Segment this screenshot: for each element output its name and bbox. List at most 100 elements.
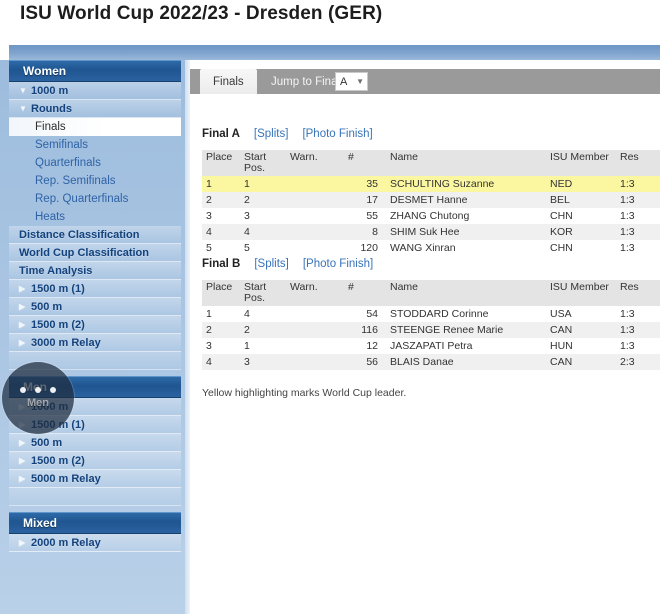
chevron-right-icon[interactable]: ▶ (19, 302, 28, 311)
sidebar-item-finals[interactable]: Finals (9, 118, 181, 136)
cell-name[interactable]: DESMET Hanne (386, 192, 546, 208)
sidebar-item-1000-m[interactable]: ▼ 1000 m (9, 82, 181, 100)
cell-place: 5 (202, 240, 240, 256)
column-header-start-pos[interactable]: Start Pos. (240, 280, 286, 306)
chevron-down-icon[interactable]: ▼ (19, 86, 28, 95)
chevron-right-icon[interactable]: ▶ (19, 320, 28, 329)
chevron-right-icon[interactable]: ▶ (19, 338, 28, 347)
final-a-section: Final A [Splits] [Photo Finish] Place Start P… (202, 128, 660, 256)
tab-finals[interactable]: Finals (200, 69, 257, 94)
sidebar-item-1500-m-1[interactable]: ▶1500 m (1) (9, 280, 181, 298)
app-root: ISU World Cup 2022/23 - Dresden (GER) Wo… (0, 0, 660, 614)
sidebar-item-500-m[interactable]: ▶ 500 m (9, 434, 181, 452)
sidebar-item-5000-m-relay[interactable]: ▶ 5000 m Relay (9, 470, 181, 488)
cell-result: 1:3 (616, 322, 660, 338)
sidebar-item-heats[interactable]: Heats (9, 208, 181, 226)
cell-place: 1 (202, 176, 240, 192)
chevron-right-icon[interactable]: ▶ (19, 284, 28, 293)
column-header-name[interactable]: Name (386, 280, 546, 306)
results-table: Place Start Pos. Warn. # Name ISU Member Res 1 1 3… (202, 150, 660, 256)
cell-place: 1 (202, 306, 240, 322)
table-row[interactable]: 2 2 116 STEENGE Renee Marie CAN 1:3 (202, 322, 660, 338)
splits-link[interactable]: [Splits] (254, 258, 289, 270)
cell-name[interactable]: SHIM Suk Hee (386, 224, 546, 240)
chevron-right-icon[interactable]: ▶ (19, 474, 28, 483)
chevron-right-icon[interactable]: ▶ (19, 456, 28, 465)
cell-place: 3 (202, 208, 240, 224)
column-header-isu-member[interactable]: ISU Member (546, 280, 616, 306)
column-header-place[interactable]: Place (202, 150, 240, 176)
cell-name[interactable]: STEENGE Renee Marie (386, 322, 546, 338)
sidebar-item-rounds[interactable]: ▼ Rounds (9, 100, 181, 118)
cell-warn (286, 176, 344, 192)
column-header-result[interactable]: Res (616, 150, 660, 176)
section-header: Final B [Splits] [Photo Finish] (202, 258, 660, 276)
cell-warn (286, 224, 344, 240)
column-header-start-pos[interactable]: Start Pos. (240, 150, 286, 176)
chevron-right-icon[interactable]: ▶ (19, 538, 28, 547)
chevron-down-icon[interactable]: ▼ (19, 104, 28, 113)
sidebar-item-2000-m-relay[interactable]: ▶ 2000 m Relay (9, 534, 181, 552)
table-row[interactable]: 3 3 55 ZHANG Chutong CHN 1:3 (202, 208, 660, 224)
column-header-warn[interactable]: Warn. (286, 280, 344, 306)
cell-name[interactable]: WANG Xinran (386, 240, 546, 256)
jump-to-final-select[interactable]: A ▼ (335, 72, 368, 91)
cell-result: 1:3 (616, 176, 660, 192)
table-row[interactable]: 3 1 12 JASZAPATI Petra HUN 1:3 (202, 338, 660, 354)
column-header-warn[interactable]: Warn. (286, 150, 344, 176)
sidebar-item-label: Rounds (31, 102, 72, 115)
cell-isu-member: CHN (546, 240, 616, 256)
sidebar-item-rep-quarterfinals[interactable]: Rep. Quarterfinals (9, 190, 181, 208)
cell-name[interactable]: JASZAPATI Petra (386, 338, 546, 354)
page-title: ISU World Cup 2022/23 - Dresden (GER) (20, 3, 383, 24)
column-header-bib[interactable]: # (344, 150, 386, 176)
cell-name[interactable]: ZHANG Chutong (386, 208, 546, 224)
sidebar-item-label: 1500 m (1) (31, 282, 85, 295)
cell-start-pos: 4 (240, 224, 286, 240)
cell-name[interactable]: STODDARD Corinne (386, 306, 546, 322)
sidebar-spacer (9, 488, 181, 506)
column-header-name[interactable]: Name (386, 150, 546, 176)
sidebar-item-1500-m-2[interactable]: ▶ 1500 m (2) (9, 316, 181, 334)
sidebar-item-time-analysis[interactable]: Time Analysis (9, 262, 181, 280)
final-b-section: Final B [Splits] [Photo Finish] Place Start P… (202, 258, 660, 370)
cell-isu-member: NED (546, 176, 616, 192)
sidebar-group-women[interactable]: Women (9, 60, 181, 82)
cell-isu-member: HUN (546, 338, 616, 354)
section-header: Final A [Splits] [Photo Finish] (202, 128, 660, 146)
sidebar-item-distance-classification[interactable]: Distance Classification (9, 226, 181, 244)
splits-link[interactable]: [Splits] (254, 128, 289, 140)
sidebar-item-rep-semifinals[interactable]: Rep. Semifinals (9, 172, 181, 190)
photo-finish-link[interactable]: [Photo Finish] (303, 258, 373, 270)
column-header-isu-member[interactable]: ISU Member (546, 150, 616, 176)
sidebar-item-label: Distance Classification (19, 228, 140, 241)
photo-finish-link[interactable]: [Photo Finish] (302, 128, 372, 140)
sidebar-item-semifinals[interactable]: Semifinals (9, 136, 181, 154)
sidebar-item-3000-m-relay[interactable]: ▶ 3000 m Relay (9, 334, 181, 352)
chevron-right-icon[interactable]: ▶ (19, 438, 28, 447)
column-header-result[interactable]: Res (616, 280, 660, 306)
table-row[interactable]: 1 4 54 STODDARD Corinne USA 1:3 (202, 306, 660, 322)
sidebar-item-world-cup-classification[interactable]: World Cup Classification (9, 244, 181, 262)
cell-warn (286, 338, 344, 354)
table-row[interactable]: 4 3 56 BLAIS Danae CAN 2:3 (202, 354, 660, 370)
column-header-bib[interactable]: # (344, 280, 386, 306)
sidebar-item-label: 1000 m (31, 84, 69, 97)
cell-start-pos: 4 (240, 306, 286, 322)
table-row[interactable]: 2 2 17 DESMET Hanne BEL 1:3 (202, 192, 660, 208)
table-row[interactable]: 1 1 35 SCHULTING Suzanne NED 1:3 (202, 176, 660, 192)
table-row[interactable]: 5 5 120 WANG Xinran CHN 1:3 (202, 240, 660, 256)
table-header-row: Place Start Pos. Warn. # Name ISU Member Res (202, 150, 660, 176)
cell-name[interactable]: SCHULTING Suzanne (386, 176, 546, 192)
sidebar-item-quarterfinals[interactable]: Quarterfinals (9, 154, 181, 172)
table-row[interactable]: 4 4 8 SHIM Suk Hee KOR 1:3 (202, 224, 660, 240)
sidebar-item-1500-m-2[interactable]: ▶ 1500 m (2) (9, 452, 181, 470)
cell-result: 1:3 (616, 224, 660, 240)
cell-name[interactable]: BLAIS Danae (386, 354, 546, 370)
cell-result: 1:3 (616, 240, 660, 256)
column-header-place[interactable]: Place (202, 280, 240, 306)
sidebar-group-mixed[interactable]: Mixed (9, 512, 181, 534)
cell-bib: 54 (344, 306, 386, 322)
sidebar-list: Women ▼ 1000 m ▼ Rounds Finals Semifinals Quart… (0, 60, 190, 552)
sidebar-item-500-m[interactable]: ▶ 500 m (9, 298, 181, 316)
